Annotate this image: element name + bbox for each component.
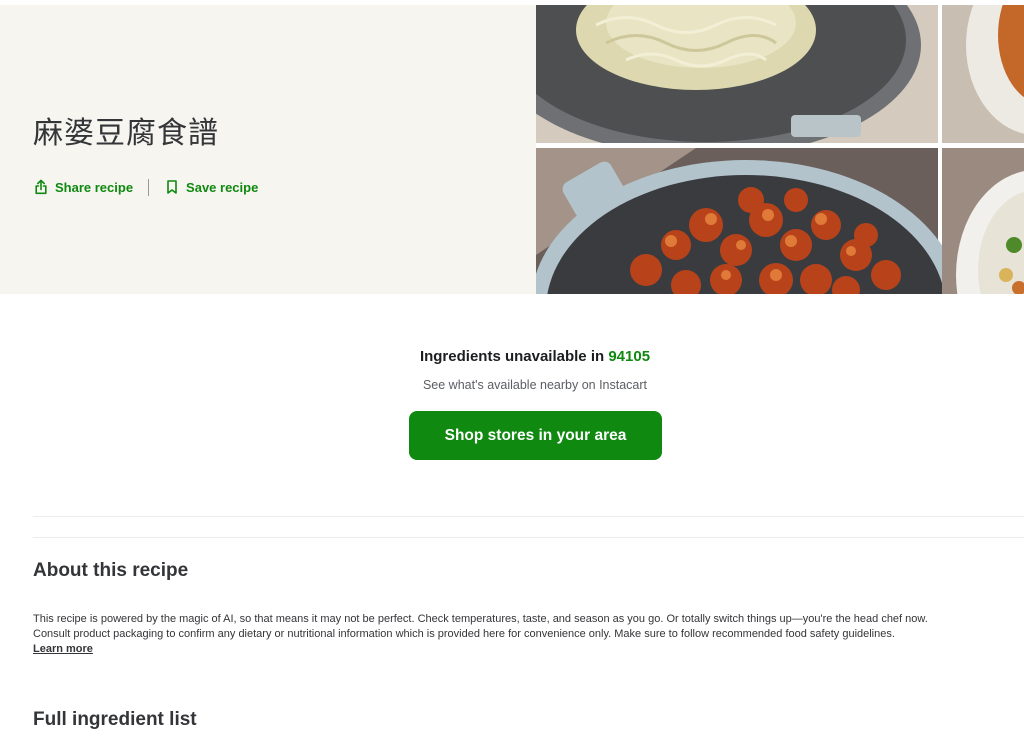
availability-notice: Ingredients unavailable in 94105 See wha…	[0, 348, 1024, 392]
learn-more-link[interactable]: Learn more	[33, 643, 93, 655]
recipe-hero: 麻婆豆腐食譜 Share recipe Save recipe	[0, 5, 1024, 294]
action-divider	[148, 178, 150, 196]
save-recipe-link[interactable]: Save recipe	[164, 179, 258, 195]
hero-info: 麻婆豆腐食譜 Share recipe Save recipe	[0, 5, 536, 294]
shop-stores-button[interactable]: Shop stores in your area	[409, 411, 662, 460]
about-line-1: This recipe is powered by the magic of A…	[33, 613, 928, 625]
zip-code[interactable]: 94105	[608, 348, 650, 365]
ingredients-heading: Full ingredient list	[33, 709, 197, 730]
availability-title: Ingredients unavailable in 94105	[0, 348, 1024, 365]
recipe-image	[536, 5, 1024, 294]
section-divider	[33, 537, 1024, 538]
recipe-photo-collage	[536, 5, 1024, 294]
section-divider	[33, 516, 1024, 517]
about-text: This recipe is powered by the magic of A…	[33, 612, 1013, 642]
recipe-actions: Share recipe Save recipe	[33, 177, 258, 197]
bookmark-icon	[167, 180, 177, 194]
save-recipe-label: Save recipe	[186, 179, 259, 195]
share-recipe-link[interactable]: Share recipe	[33, 179, 133, 195]
availability-title-prefix: Ingredients unavailable in	[419, 348, 609, 365]
share-icon	[35, 179, 47, 195]
about-heading: About this recipe	[33, 560, 189, 581]
recipe-title: 麻婆豆腐食譜	[33, 116, 219, 151]
about-line-2: Consult product packaging to confirm any…	[33, 628, 895, 640]
availability-subtitle: See what's available nearby on Instacart	[422, 378, 648, 392]
share-recipe-label: Share recipe	[55, 179, 134, 195]
